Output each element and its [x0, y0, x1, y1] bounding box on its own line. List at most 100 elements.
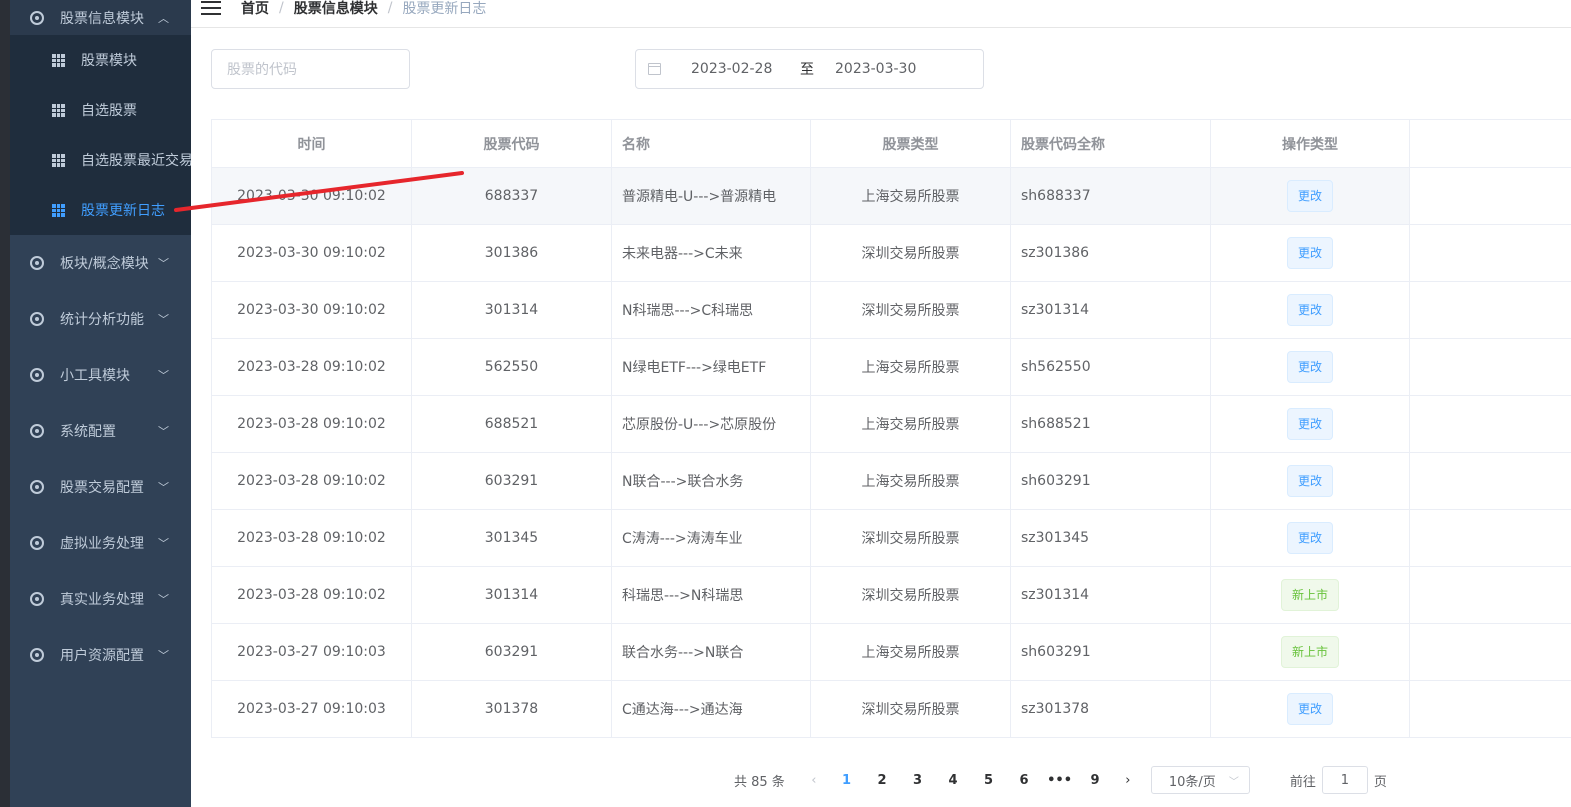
table-filler: [1409, 680, 1571, 738]
sidebar-group-label: 股票信息模块: [60, 10, 144, 27]
table-filler: [1409, 395, 1571, 453]
table-row[interactable]: 2023-03-28 09:10:02 562550 N绿电ETF--->绿电ETF…: [211, 338, 1571, 396]
column-header-full-code[interactable]: 股票代码全称: [1010, 119, 1211, 168]
cell-full-code: sh688337: [1010, 167, 1211, 225]
end-date-input[interactable]: 2023-03-30: [835, 61, 916, 77]
table-row[interactable]: 2023-03-28 09:10:02 603291 N联合--->联合水务 上海交易…: [211, 452, 1571, 510]
left-window-edge: [0, 0, 10, 807]
cell-code: 562550: [411, 338, 612, 396]
cell-time: 2023-03-28 09:10:02: [211, 338, 412, 396]
chevron-down-icon: ﹀: [158, 369, 169, 382]
module-icon: [30, 536, 44, 550]
sidebar-item-1[interactable]: 统计分析功能 ﹀: [10, 291, 191, 347]
cell-time: 2023-03-28 09:10:02: [211, 566, 412, 624]
cell-full-code: sz301314: [1010, 281, 1211, 339]
cell-full-code: sz301386: [1010, 224, 1211, 282]
sidebar-item-0[interactable]: 板块/概念模块 ﹀: [10, 235, 191, 291]
table-row[interactable]: 2023-03-28 09:10:02 301345 C涛涛--->涛涛车业 深圳交易…: [211, 509, 1571, 567]
sidebar-item-4[interactable]: 股票交易配置 ﹀: [10, 459, 191, 515]
table-row[interactable]: 2023-03-28 09:10:02 688521 芯原股份-U--->芯原股份上…: [211, 395, 1571, 453]
breadcrumb-current: 股票更新日志: [402, 0, 487, 17]
goto-page-input[interactable]: 1: [1321, 766, 1368, 794]
cell-full-code: sh603291: [1010, 623, 1211, 681]
page-number[interactable]: 6: [1006, 773, 1042, 788]
sidebar-item-7[interactable]: 用户资源配置 ﹀: [10, 627, 191, 683]
start-date-input[interactable]: 2023-02-28: [691, 61, 772, 77]
more-pages-icon[interactable]: •••: [1042, 773, 1078, 788]
cell-operation: 更改: [1210, 509, 1410, 567]
sidebar-item-2[interactable]: 小工具模块 ﹀: [10, 347, 191, 403]
breadcrumb-home[interactable]: 首页: [241, 0, 269, 18]
module-icon: [30, 592, 44, 606]
chevron-up-icon: ︿: [158, 11, 169, 25]
sidebar-item-label: 板块/概念模块: [60, 256, 149, 272]
date-range-picker[interactable]: 2023-02-28 至 2023-03-30: [635, 49, 984, 89]
sidebar-subitem-2[interactable]: 自选股票最近交易: [10, 135, 191, 185]
cell-operation: 新上市: [1210, 623, 1410, 681]
page-number[interactable]: 4: [935, 773, 971, 788]
sidebar-item-label: 虚拟业务处理: [60, 536, 144, 552]
cell-full-code: sh562550: [1010, 338, 1211, 396]
cell-name: 未来电器--->C未来: [611, 224, 811, 282]
module-icon: [30, 312, 44, 326]
hamburger-icon[interactable]: [201, 0, 221, 15]
sidebar-item-6[interactable]: 真实业务处理 ﹀: [10, 571, 191, 627]
cell-name: 普源精电-U--->普源精电: [611, 167, 811, 225]
cell-operation: 更改: [1210, 680, 1410, 738]
table-row[interactable]: 2023-03-27 09:10:03 301378 C通达海--->通达海 深圳交易…: [211, 680, 1571, 738]
table-row[interactable]: 2023-03-27 09:10:03 603291 联合水务--->N联合 上海交易…: [211, 623, 1571, 681]
cell-type: 深圳交易所股票: [810, 509, 1011, 567]
page-number[interactable]: 2: [864, 773, 900, 788]
page-number[interactable]: 5: [971, 773, 1007, 788]
sidebar-subitem-0[interactable]: 股票模块: [10, 35, 191, 85]
cell-operation: 更改: [1210, 167, 1410, 225]
table-row[interactable]: 2023-03-28 09:10:02 301314 科瑞思--->N科瑞思 深圳交易…: [211, 566, 1571, 624]
date-range-separator: 至: [800, 62, 814, 78]
column-header-operation[interactable]: 操作类型: [1210, 119, 1410, 168]
chevron-down-icon: ﹀: [158, 481, 169, 494]
sidebar-subitem-3[interactable]: 股票更新日志: [10, 185, 191, 235]
operation-tag: 更改: [1286, 294, 1333, 326]
sidebar-item-5[interactable]: 虚拟业务处理 ﹀: [10, 515, 191, 571]
sidebar-item-label: 小工具模块: [60, 368, 130, 384]
page-number[interactable]: 9: [1077, 773, 1113, 788]
cell-type: 上海交易所股票: [810, 338, 1011, 396]
breadcrumb-module: 股票信息模块: [293, 0, 378, 17]
cell-time: 2023-03-30 09:10:02: [211, 224, 412, 282]
table-filler: [1409, 224, 1571, 282]
cell-name: 芯原股份-U--->芯原股份: [611, 395, 811, 453]
cell-code: 301378: [411, 680, 612, 738]
table-row[interactable]: 2023-03-30 09:10:02 301386 未来电器--->C未来 深圳交易…: [211, 224, 1571, 282]
page-size-select[interactable]: 10条/页 ﹀: [1150, 766, 1250, 794]
column-header-name[interactable]: 名称: [611, 119, 811, 168]
table-row[interactable]: 2023-03-30 09:10:02 301314 N科瑞思--->C科瑞思 深圳交…: [211, 281, 1571, 339]
chevron-down-icon: ﹀: [158, 593, 169, 606]
module-icon: [30, 10, 44, 25]
sidebar-item-label: 真实业务处理: [60, 592, 144, 608]
stock-code-search-input[interactable]: 股票的代码: [211, 49, 410, 89]
cell-type: 深圳交易所股票: [810, 566, 1011, 624]
sidebar-item-3[interactable]: 系统配置 ﹀: [10, 403, 191, 459]
table-filler: [1409, 167, 1571, 225]
cell-time: 2023-03-28 09:10:02: [211, 395, 412, 453]
module-icon: [30, 256, 44, 270]
sidebar-subitem-1[interactable]: 自选股票: [10, 85, 191, 135]
sidebar-group-stock-info[interactable]: 股票信息模块 ︿: [10, 0, 191, 35]
breadcrumb-separator: /: [279, 0, 284, 16]
next-page-icon[interactable]: ›: [1113, 773, 1143, 788]
table-grid-icon: [52, 103, 65, 117]
cell-type: 上海交易所股票: [810, 167, 1011, 225]
table-grid-icon: [52, 153, 65, 167]
page-number[interactable]: 3: [900, 773, 936, 788]
column-header-type[interactable]: 股票类型: [810, 119, 1011, 168]
cell-time: 2023-03-28 09:10:02: [211, 509, 412, 567]
operation-tag: 更改: [1286, 180, 1333, 212]
cell-time: 2023-03-27 09:10:03: [211, 623, 412, 681]
table-filler: [1409, 566, 1571, 624]
cell-name: N绿电ETF--->绿电ETF: [611, 338, 811, 396]
cell-name: C通达海--->通达海: [611, 680, 811, 738]
cell-time: 2023-03-27 09:10:03: [211, 680, 412, 738]
page-number[interactable]: 1: [829, 773, 865, 788]
cell-type: 深圳交易所股票: [810, 680, 1011, 738]
prev-page-icon[interactable]: ‹: [799, 773, 829, 788]
